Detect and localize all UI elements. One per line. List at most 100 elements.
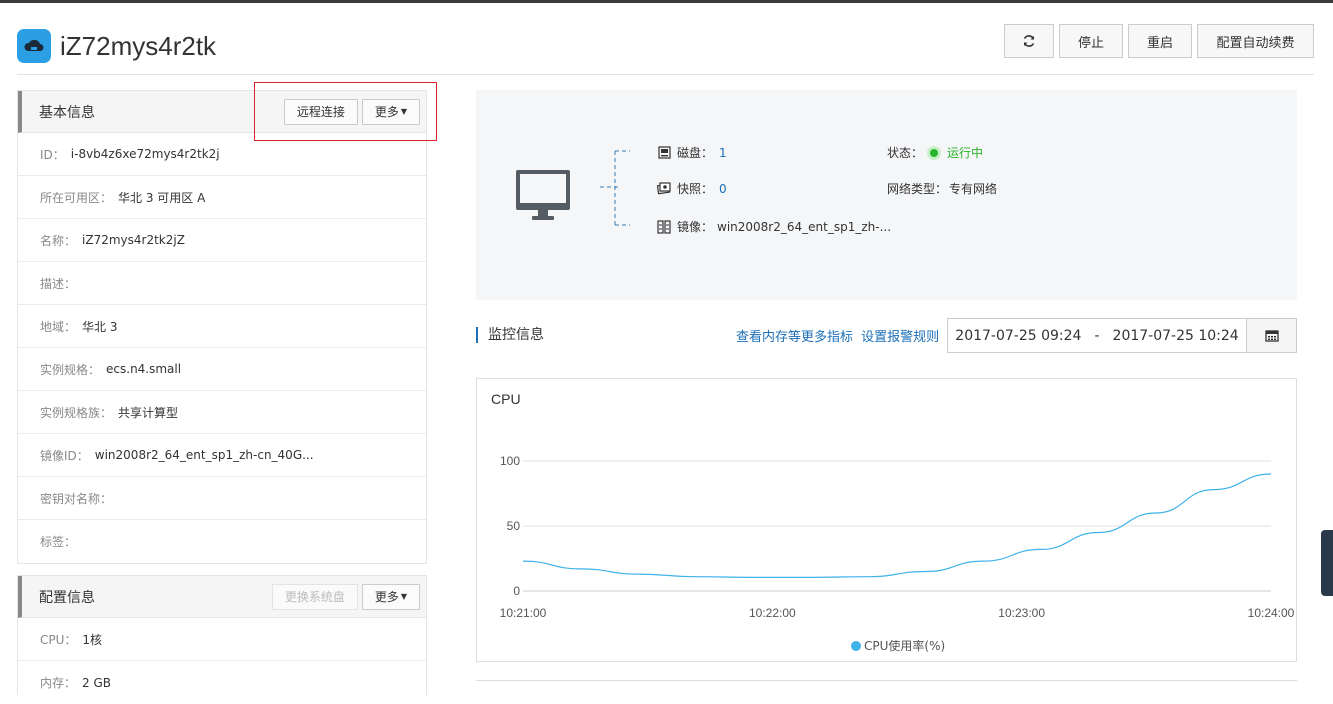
image-icon (657, 219, 671, 234)
info-value: 1核 (82, 632, 103, 647)
monitor-icon (516, 170, 570, 220)
running-status-icon (927, 145, 942, 160)
info-label: 描述： (40, 276, 77, 291)
title-row: iZ72mys4r2tk (17, 28, 216, 64)
network-item: 网络类型： 专有网络 (887, 180, 997, 197)
info-row: 实例规格： ecs.n4.small (18, 348, 426, 391)
info-row: 实例规格族： 共享计算型 (18, 391, 426, 434)
header-actions: 停止 重启 配置自动续费 (1004, 24, 1314, 58)
monitor-header: 监控信息 查看内存等更多指标 设置报警规则 2017-07-25 09:24 -… (476, 318, 1297, 354)
config-info-more-button[interactable]: 更多 ▼ (361, 583, 420, 610)
page-title: iZ72mys4r2tk (60, 30, 217, 61)
highlight-box (254, 82, 437, 141)
connector-lines (600, 150, 630, 226)
basic-info-list: ID： i-8vb4z6xe72mys4r2tk2j 所在可用区： 华北 3 可用区 … (18, 133, 426, 563)
config-info-list: CPU： 1核内存： 2 GB (18, 618, 426, 704)
x-tick-label: 10:23:00 (998, 606, 1045, 620)
image-label: 镜像： (677, 220, 714, 234)
info-row: 内存： 2 GB (18, 661, 426, 704)
legend-label: CPU使用率(%) (864, 639, 946, 653)
config-info-panel: 配置信息 更换系统盘 更多 ▼ CPU： 1核内存： 2 GB (17, 575, 427, 695)
refresh-button[interactable] (1004, 24, 1054, 58)
y-tick-label: 100 (500, 454, 520, 468)
info-value: win2008r2_64_ent_sp1_zh-cn_40G... (94, 448, 314, 462)
more-label: 更多 (374, 590, 399, 604)
disk-icon (657, 146, 671, 160)
info-label: CPU： (40, 632, 77, 647)
image-item: 镜像： win2008r2_64_ent_sp1_zh-... (657, 218, 891, 235)
top-border (0, 0, 1333, 3)
info-label: 名称： (40, 233, 77, 248)
info-value: iZ72mys4r2tk2jZ (82, 233, 185, 247)
caret-down-icon: ▼ (400, 592, 407, 601)
x-tick-label: 10:24:00 (1248, 606, 1295, 620)
restart-button[interactable]: 重启 (1128, 24, 1192, 58)
cpu-chart: 0 50 100 10:21:00 10:22:00 10:23:00 10:24:00 (500, 454, 1295, 620)
calendar-icon (1264, 330, 1279, 342)
info-value: i-8vb4z6xe72mys4r2tk2j (70, 147, 220, 161)
x-tick-label: 10:22:00 (749, 606, 796, 620)
refresh-icon (1023, 35, 1035, 47)
info-row: 镜像ID： win2008r2_64_ent_sp1_zh-cn_40G... (18, 434, 426, 477)
date-to: 2017-07-25 10:24 (1112, 327, 1239, 344)
info-row: 密钥对名称： (18, 477, 426, 520)
config-info-title: 配置信息 (39, 589, 95, 606)
snapshot-icon (657, 182, 671, 196)
chart-legend[interactable]: CPU使用率(%) (851, 637, 945, 654)
snapshot-label: 快照： (677, 182, 714, 196)
config-info-header: 配置信息 更换系统盘 更多 ▼ (18, 576, 426, 618)
cloud-server-icon (17, 29, 51, 63)
disk-item: 磁盘： 1 (657, 144, 727, 161)
status-value: 运行中 (947, 146, 984, 160)
info-value: ecs.n4.small (106, 362, 182, 376)
info-value: 共享计算型 (118, 405, 179, 420)
feedback-side-tab[interactable] (1321, 530, 1333, 596)
network-value: 专有网络 (949, 182, 998, 196)
network-label: 网络类型： (887, 182, 948, 196)
disk-label: 磁盘： (677, 146, 714, 160)
status-label: 状态： (887, 146, 924, 160)
disk-count-link[interactable]: 1 (719, 146, 727, 160)
info-row: 描述： (18, 262, 426, 305)
y-tick-label: 50 (507, 519, 521, 533)
info-label: 实例规格族： (40, 405, 113, 420)
date-separator: - (1094, 327, 1100, 344)
date-range-input[interactable]: 2017-07-25 09:24 - 2017-07-25 10:24 (947, 318, 1247, 353)
info-label: 内存： (40, 676, 77, 690)
info-label: ID： (40, 147, 65, 162)
y-tick-label: 0 (513, 584, 520, 598)
info-label: 地域： (40, 319, 77, 334)
info-label: 标签： (40, 535, 77, 549)
x-tick-label: 10:21:00 (500, 606, 547, 620)
cpu-chart-card: CPU 0 50 100 10:21:00 10:22:00 10:23:00 10:24:… (476, 378, 1297, 662)
monitor-links: 查看内存等更多指标 设置报警规则 (736, 326, 939, 345)
info-row: 地域： 华北 3 (18, 305, 426, 348)
info-value: 华北 3 (82, 319, 118, 334)
basic-info-title: 基本信息 (39, 104, 95, 121)
monitor-title: 监控信息 (476, 327, 544, 343)
snapshot-count-link[interactable]: 0 (719, 182, 727, 196)
replace-system-disk-button[interactable]: 更换系统盘 (271, 583, 358, 610)
next-chart-card (476, 680, 1297, 691)
info-value: 华北 3 可用区 A (118, 190, 206, 205)
title-divider (17, 74, 1314, 75)
info-row: 标签： (18, 520, 426, 563)
calendar-button[interactable] (1246, 318, 1297, 353)
info-value: 2 GB (82, 675, 111, 690)
date-from: 2017-07-25 09:24 (955, 327, 1082, 344)
more-metrics-link[interactable]: 查看内存等更多指标 (736, 330, 853, 345)
legend-dot (851, 640, 861, 651)
alarm-rules-link[interactable]: 设置报警规则 (861, 330, 939, 345)
info-row: CPU： 1核 (18, 618, 426, 661)
basic-info-panel: 基本信息 远程连接 更多 ▼ ID： i-8vb4z6xe72mys4r2tk2j 所… (17, 90, 427, 564)
info-label: 镜像ID： (40, 448, 89, 463)
image-value: win2008r2_64_ent_sp1_zh-... (717, 219, 892, 234)
instance-overview-card: 磁盘： 1 快照： 0 镜像： win2008r2_64_ent_sp1_zh-… (476, 90, 1297, 300)
info-label: 所在可用区： (40, 190, 113, 205)
auto-renew-button[interactable]: 配置自动续费 (1197, 24, 1314, 58)
snapshot-item: 快照： 0 (657, 180, 727, 197)
info-row: 名称： iZ72mys4r2tk2jZ (18, 219, 426, 262)
info-label: 密钥对名称： (40, 491, 113, 506)
stop-button[interactable]: 停止 (1059, 24, 1123, 58)
info-row: 所在可用区： 华北 3 可用区 A (18, 176, 426, 219)
